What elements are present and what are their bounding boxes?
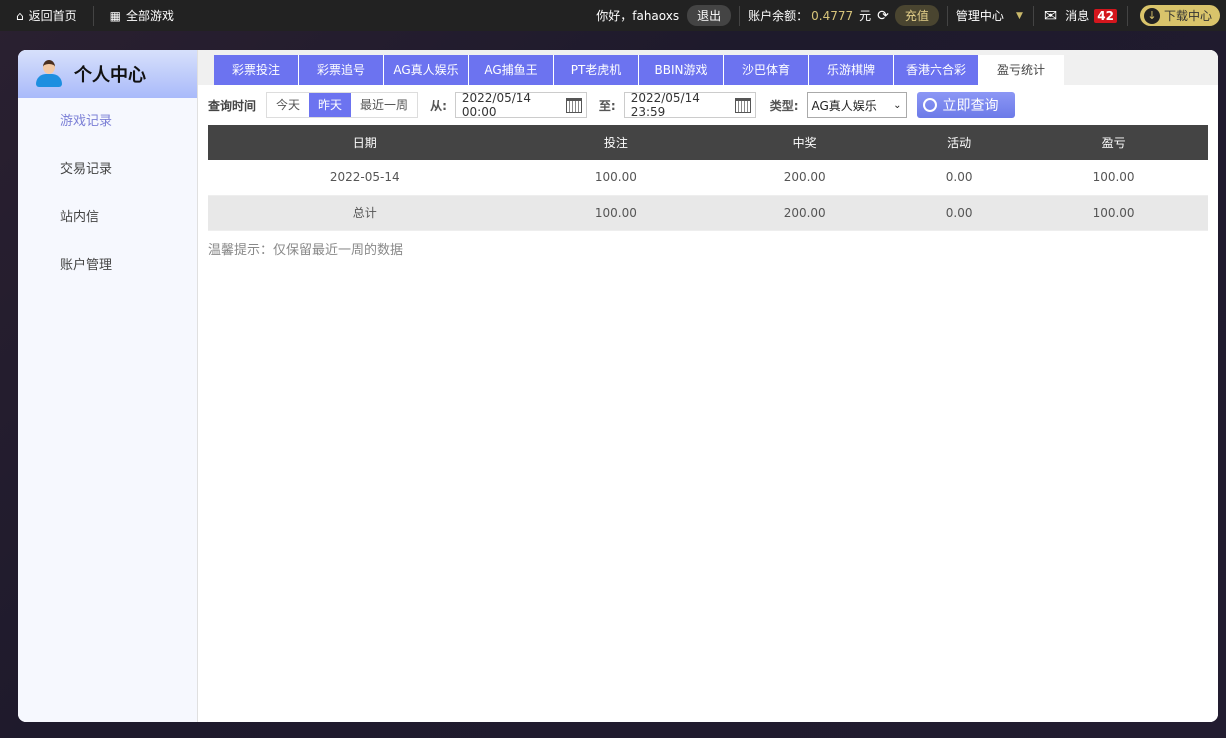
query-time-label: 查询时间 bbox=[208, 98, 257, 113]
hint-text: 温馨提示：仅保留最近一周的数据 bbox=[208, 243, 404, 258]
range-today[interactable]: 今天 bbox=[267, 93, 309, 117]
type-select[interactable]: AG真人娱乐 ⌄ bbox=[806, 92, 907, 118]
chevron-down-icon[interactable]: ▼ bbox=[1016, 11, 1023, 21]
cell-win: 200.00 bbox=[710, 160, 900, 196]
sidebar-item-transactions[interactable]: 交易记录 bbox=[18, 146, 197, 194]
main-content: 彩票投注 彩票追号 AG真人娱乐 AG捕鱼王 PT老虎机 BBIN游戏 沙巴体育… bbox=[198, 50, 1218, 722]
query-bar: 查询时间 今天 昨天 最近一周 从: 2022/05/14 00:00 至: 2… bbox=[208, 91, 1015, 119]
manage-center-menu[interactable]: 管理中心 bbox=[956, 7, 1004, 24]
range-week[interactable]: 最近一周 bbox=[351, 93, 417, 117]
tab-lottery-bet[interactable]: 彩票投注 bbox=[214, 55, 299, 85]
from-date-input[interactable]: 2022/05/14 00:00 bbox=[454, 91, 587, 119]
balance-value: 0.4777 bbox=[811, 8, 854, 23]
column-header: 活动 bbox=[899, 125, 1020, 160]
logout-button[interactable]: 退出 bbox=[687, 5, 732, 26]
to-date-input[interactable]: 2022/05/14 23:59 bbox=[623, 91, 756, 119]
search-button[interactable]: 立即查询 bbox=[916, 92, 1015, 118]
tab-bar: 彩票投注 彩票追号 AG真人娱乐 AG捕鱼王 PT老虎机 BBIN游戏 沙巴体育… bbox=[214, 55, 1064, 85]
balance-label: 账户余额： bbox=[748, 9, 809, 23]
calendar-icon[interactable] bbox=[566, 97, 582, 113]
sidebar-item-messages[interactable]: 站内信 bbox=[18, 194, 197, 242]
all-games-link[interactable]: ▦ 全部游戏 bbox=[94, 0, 190, 31]
tab-ag-fishing[interactable]: AG捕鱼王 bbox=[469, 55, 554, 85]
recharge-button[interactable]: 充值 bbox=[894, 5, 939, 26]
home-icon: ⌂ bbox=[16, 8, 24, 23]
top-bar: ⌂ 返回首页 ▦ 全部游戏 你好，fahaoxs 退出 账户余额： 0.4777 元… bbox=[0, 0, 1226, 31]
range-selector: 今天 昨天 最近一周 bbox=[266, 92, 419, 118]
mail-icon[interactable]: ✉ bbox=[1044, 6, 1057, 25]
tab-hk-lottery[interactable]: 香港六合彩 bbox=[894, 55, 979, 85]
divider bbox=[1126, 5, 1128, 26]
cell-total-label: 总计 bbox=[208, 195, 522, 231]
tab-profit-stats[interactable]: 盈亏统计 bbox=[979, 55, 1064, 85]
cell-activity: 0.00 bbox=[899, 195, 1020, 231]
sidebar-item-game-records[interactable]: 游戏记录 bbox=[18, 98, 197, 146]
column-header: 中奖 bbox=[710, 125, 900, 160]
tab-leyou-chess[interactable]: 乐游棋牌 bbox=[809, 55, 894, 85]
currency: 元 bbox=[859, 9, 872, 23]
grid-icon: ▦ bbox=[109, 8, 121, 23]
cell-activity: 0.00 bbox=[899, 160, 1020, 196]
tab-ag-live[interactable]: AG真人娱乐 bbox=[384, 55, 469, 85]
column-header: 盈亏 bbox=[1019, 125, 1208, 160]
greeting: 你好，fahaoxs bbox=[596, 9, 680, 23]
divider bbox=[946, 5, 948, 26]
profit-table: 日期 投注 中奖 活动 盈亏 2022-05-14 100.00 200.00 … bbox=[208, 125, 1208, 231]
column-header: 日期 bbox=[208, 125, 522, 160]
download-icon: ↓ bbox=[1143, 7, 1160, 24]
from-date-value: 2022/05/14 00:00 bbox=[461, 91, 532, 119]
tab-saba-sports[interactable]: 沙巴体育 bbox=[724, 55, 809, 85]
cell-win: 200.00 bbox=[710, 195, 900, 231]
download-center-button[interactable]: ↓ 下载中心 bbox=[1139, 5, 1220, 26]
cell-profit: 100.00 bbox=[1019, 195, 1208, 231]
user-center-panel: 个人中心 游戏记录 交易记录 站内信 账户管理 彩票投注 彩票追号 AG真人娱乐… bbox=[18, 50, 1218, 722]
to-date-value: 2022/05/14 23:59 bbox=[630, 91, 700, 119]
range-yesterday[interactable]: 昨天 bbox=[309, 93, 352, 117]
type-label: 类型: bbox=[769, 98, 799, 113]
sidebar-header: 个人中心 bbox=[18, 50, 197, 98]
calendar-icon[interactable] bbox=[735, 97, 751, 113]
column-header: 投注 bbox=[521, 125, 711, 160]
messages-link[interactable]: 消息 bbox=[1065, 7, 1089, 24]
sidebar-title: 个人中心 bbox=[74, 65, 146, 86]
cell-bet: 100.00 bbox=[521, 195, 711, 231]
divider bbox=[1032, 5, 1034, 26]
to-label: 至: bbox=[598, 98, 616, 113]
search-icon bbox=[922, 98, 937, 112]
cell-date: 2022-05-14 bbox=[208, 160, 522, 196]
tab-lottery-chase[interactable]: 彩票追号 bbox=[299, 55, 384, 85]
user-avatar-icon bbox=[36, 60, 62, 88]
tab-pt-slots[interactable]: PT老虎机 bbox=[554, 55, 639, 85]
chevron-down-icon: ⌄ bbox=[893, 99, 902, 111]
tab-bbin[interactable]: BBIN游戏 bbox=[639, 55, 724, 85]
sidebar: 个人中心 游戏记录 交易记录 站内信 账户管理 bbox=[18, 50, 198, 722]
home-link[interactable]: ⌂ 返回首页 bbox=[0, 0, 93, 31]
from-label: 从: bbox=[430, 98, 447, 113]
message-count-badge: 42 bbox=[1094, 8, 1117, 23]
sidebar-item-account[interactable]: 账户管理 bbox=[18, 242, 197, 290]
type-value: AG真人娱乐 bbox=[811, 98, 877, 113]
refresh-icon[interactable]: ⟳ bbox=[877, 8, 889, 24]
cell-profit: 100.00 bbox=[1019, 160, 1208, 196]
divider bbox=[739, 5, 741, 26]
cell-bet: 100.00 bbox=[521, 160, 711, 196]
total-row: 总计 100.00 200.00 0.00 100.00 bbox=[208, 195, 1208, 231]
table-row: 2022-05-14 100.00 200.00 0.00 100.00 bbox=[208, 160, 1208, 196]
